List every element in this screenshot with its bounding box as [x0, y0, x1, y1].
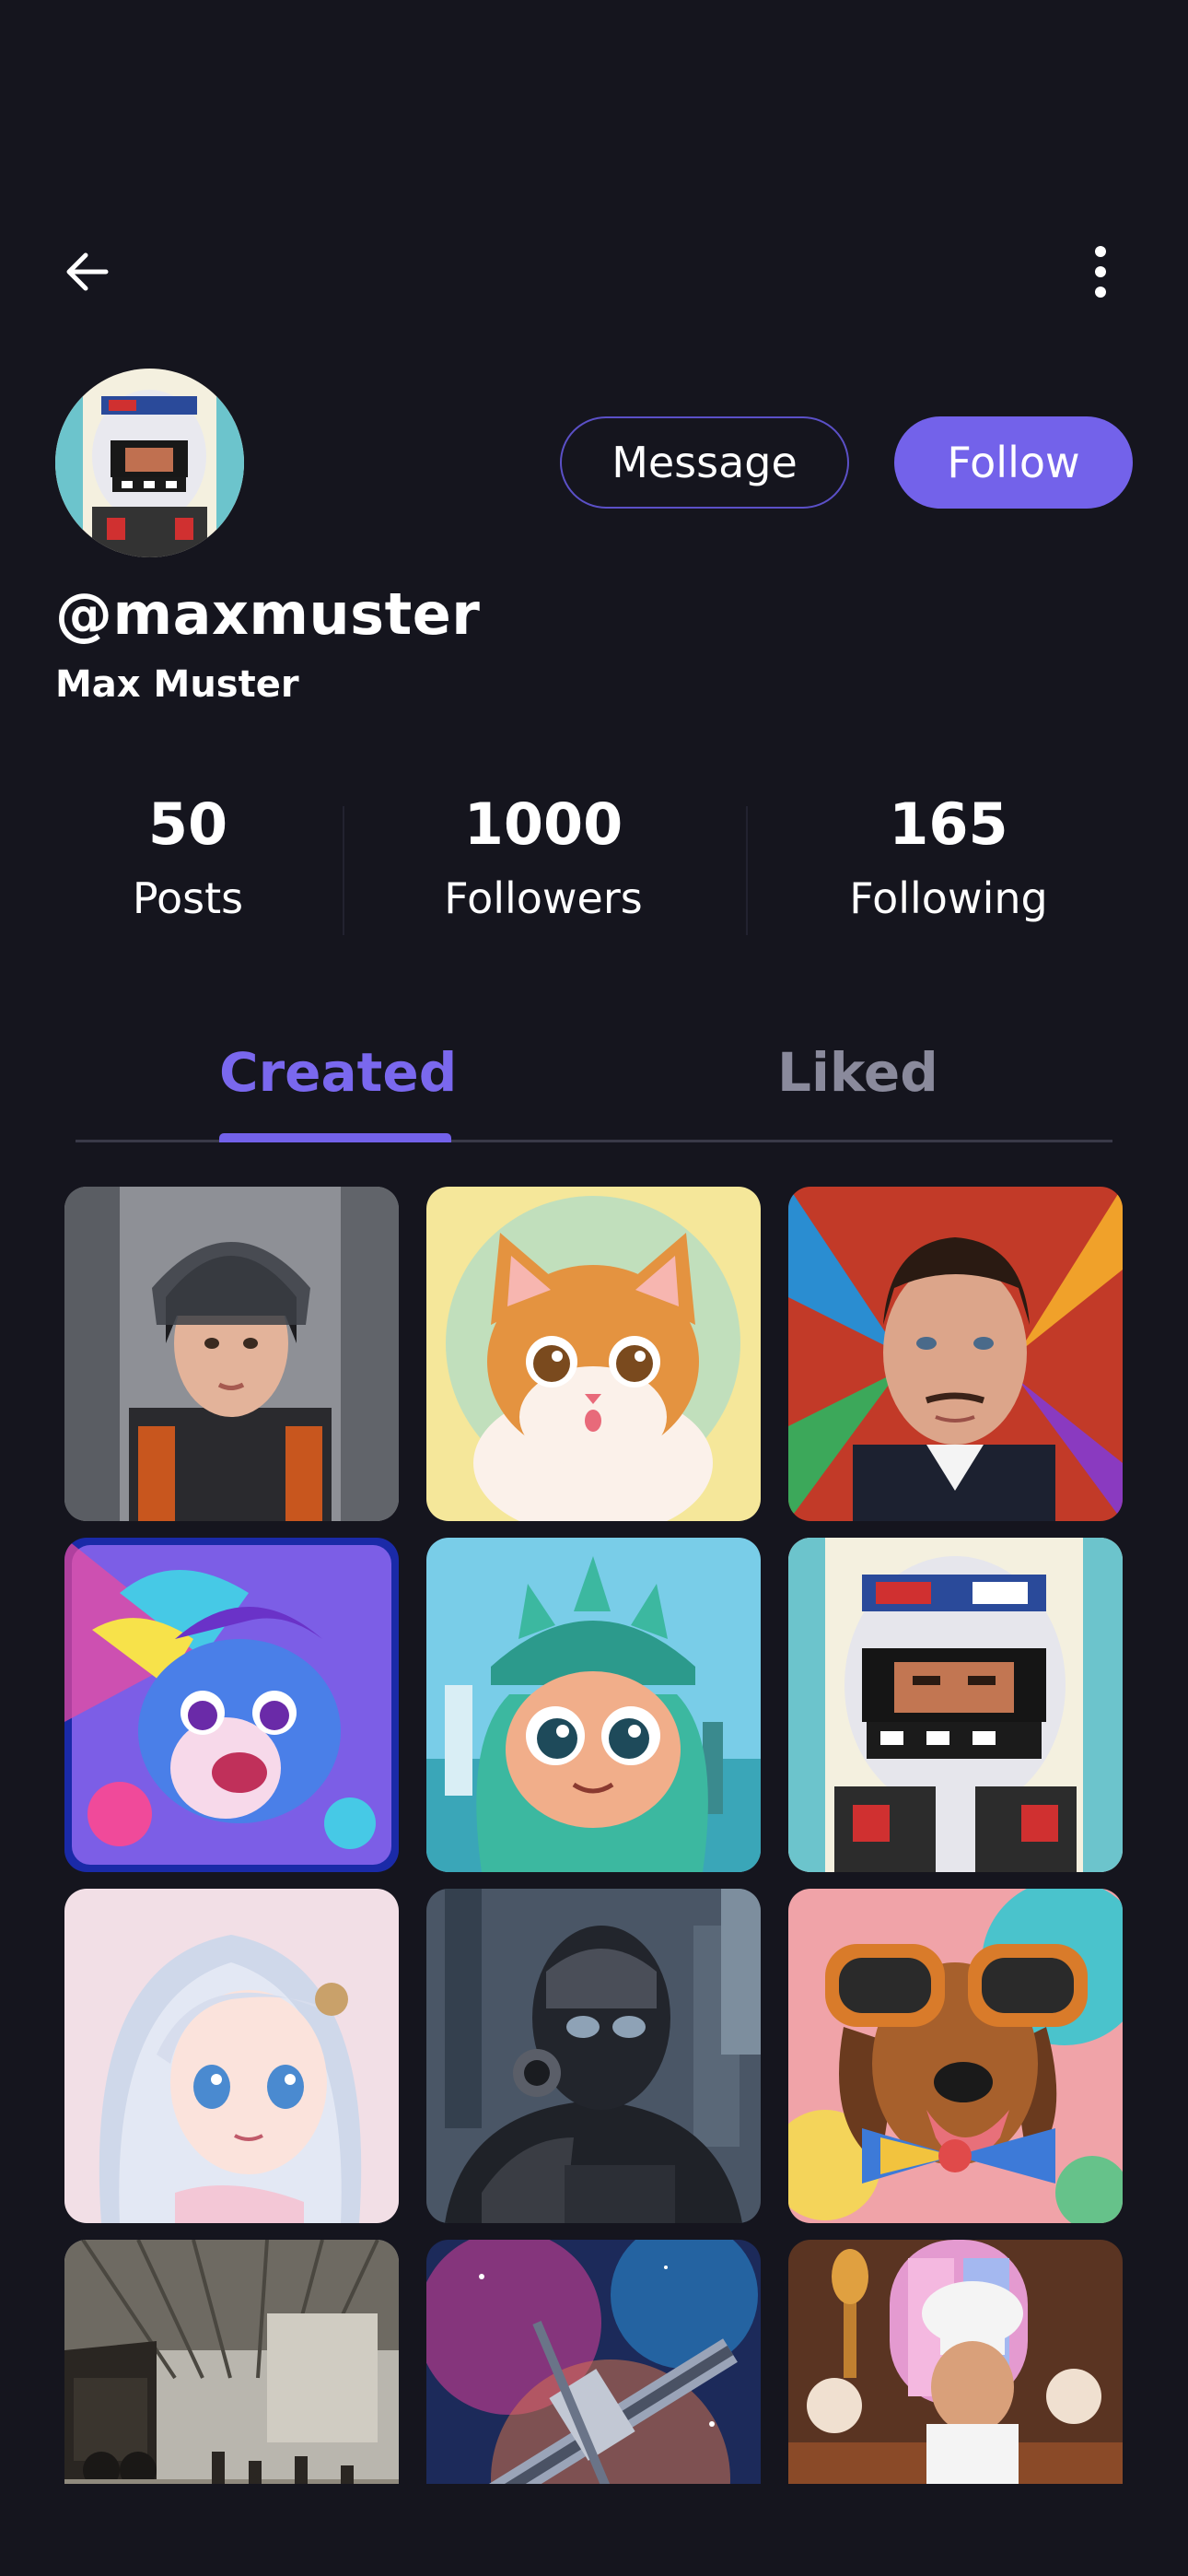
- arrow-left-icon: [66, 252, 109, 291]
- statue-of-liberty-image[interactable]: [426, 1538, 761, 1872]
- woman-astronaut-image[interactable]: [64, 1187, 399, 1521]
- more-vertical-icon: [1095, 246, 1106, 298]
- stats-divider: [343, 806, 344, 935]
- stats-row: 50 Posts 1000 Followers 165 Following: [0, 792, 1188, 949]
- posts-label: Posts: [132, 873, 244, 923]
- top-bar: [0, 230, 1188, 313]
- cat-image[interactable]: [426, 1187, 761, 1521]
- anime-girl-image[interactable]: [64, 1889, 399, 2223]
- stat-posts[interactable]: 50 Posts: [77, 792, 298, 949]
- train-station-image[interactable]: [64, 2240, 399, 2484]
- content-tabs: Created Liked: [76, 1032, 1112, 1142]
- follow-button[interactable]: Follow: [894, 416, 1133, 509]
- man-portrait-image[interactable]: [788, 1187, 1123, 1521]
- tab-liked[interactable]: Liked: [777, 1041, 938, 1104]
- back-button[interactable]: [55, 240, 120, 304]
- avatar[interactable]: [55, 369, 244, 557]
- message-button[interactable]: Message: [560, 416, 849, 509]
- posts-grid: [64, 1187, 1124, 2484]
- stat-following[interactable]: 165 Following: [810, 792, 1087, 949]
- followers-label: Followers: [444, 873, 643, 923]
- stats-divider: [746, 806, 748, 935]
- tab-created[interactable]: Created: [219, 1041, 457, 1104]
- active-tab-indicator: [219, 1133, 451, 1142]
- following-count: 165: [889, 790, 1008, 858]
- space-station-image[interactable]: [426, 2240, 761, 2484]
- more-options-button[interactable]: [1068, 240, 1133, 304]
- dragon-image[interactable]: [64, 1538, 399, 1872]
- robot-image[interactable]: [426, 1889, 761, 2223]
- followers-count: 1000: [463, 790, 623, 858]
- following-label: Following: [849, 873, 1048, 923]
- chef-image[interactable]: [788, 2240, 1123, 2484]
- stat-followers[interactable]: 1000 Followers: [405, 792, 681, 949]
- pixel-racer-image[interactable]: [788, 1538, 1123, 1872]
- username: @maxmuster: [55, 580, 481, 648]
- display-name: Max Muster: [55, 663, 299, 706]
- dog-sunglasses-image[interactable]: [788, 1889, 1123, 2223]
- posts-count: 50: [147, 790, 228, 858]
